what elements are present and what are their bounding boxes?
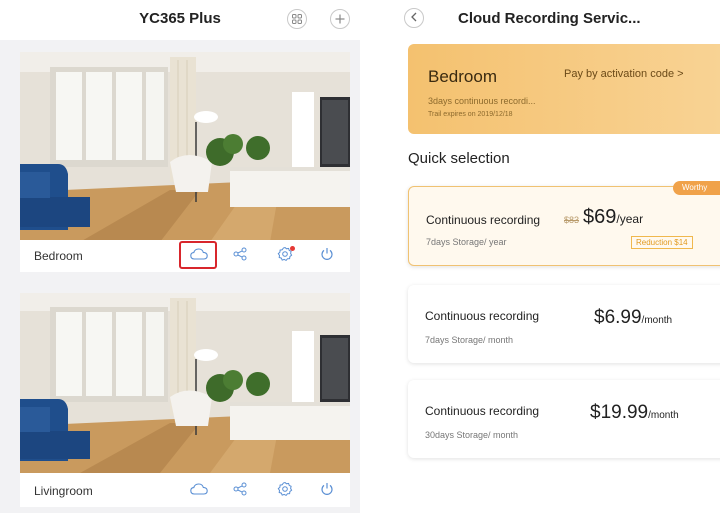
share-icon <box>233 482 247 501</box>
cloud-recording-button[interactable] <box>179 241 217 269</box>
camera-toolbar: Livingroom <box>20 475 350 507</box>
app-header: YC365 Plus <box>0 0 360 40</box>
original-price: $83 <box>564 215 580 225</box>
camera-preview-image[interactable] <box>20 52 350 242</box>
cloud-recording-screen: Cloud Recording Servic... Bedroom Pay by… <box>360 0 720 513</box>
worthy-badge: Worthy <box>673 181 720 195</box>
power-icon <box>320 247 334 266</box>
camera-preview-image[interactable] <box>20 293 350 473</box>
plan-storage: 7days Storage/ year <box>426 237 507 247</box>
plan-price: $19.99 <box>590 402 649 423</box>
power-icon <box>320 482 334 501</box>
power-button[interactable] <box>316 245 338 267</box>
pay-by-activation-code-link[interactable]: Pay by activation code > <box>564 68 684 80</box>
alert-dot <box>290 246 295 251</box>
device-list-screen: YC365 Plus Bedroom Livingroom <box>0 0 360 513</box>
price-unit: /month <box>648 410 679 421</box>
device-card: Bedroom Pay by activation code > 3days c… <box>408 44 720 134</box>
price-group: $6.99/month <box>594 307 672 329</box>
camera-name: Bedroom <box>34 249 83 263</box>
plan-option-selected[interactable]: Worthy Continuous recording 7days Storag… <box>408 181 720 266</box>
add-device-button[interactable] <box>330 9 350 29</box>
cloud-icon <box>190 482 208 500</box>
highlight-box <box>179 241 217 269</box>
grid-icon <box>292 12 302 27</box>
price-group: $19.99/month <box>590 402 679 424</box>
settings-button[interactable] <box>274 480 296 502</box>
trial-expiry-text: Trail expires on 2019/12/18 <box>428 111 513 118</box>
reduction-tag: Reduction $14 <box>631 236 693 249</box>
grid-view-button[interactable] <box>287 9 307 29</box>
plan-name: Continuous recording <box>426 213 541 227</box>
power-button[interactable] <box>316 480 338 502</box>
back-button[interactable] <box>404 8 424 28</box>
plan-name: Continuous recording <box>425 309 540 323</box>
plan-option[interactable]: Continuous recording 7days Storage/ mont… <box>408 285 720 363</box>
page-title: Cloud Recording Servic... <box>458 10 641 27</box>
price-unit: /month <box>641 315 673 326</box>
camera-name: Livingroom <box>34 484 93 498</box>
plan-option[interactable]: Continuous recording 30days Storage/ mon… <box>408 380 720 458</box>
share-icon <box>233 247 247 266</box>
camera-card: Bedroom <box>20 52 350 272</box>
device-name: Bedroom <box>428 67 497 86</box>
camera-toolbar: Bedroom <box>20 240 350 272</box>
plan-storage: 30days Storage/ month <box>425 430 519 440</box>
add-icon <box>335 12 345 27</box>
camera-card: Livingroom <box>20 293 350 507</box>
plan-price: $6.99 <box>594 307 642 328</box>
price-unit: /year <box>616 212 644 226</box>
chevron-left-icon <box>410 11 418 25</box>
share-button[interactable] <box>229 480 251 502</box>
plan-storage: 7days Storage/ month <box>425 335 514 345</box>
plan-price: $69 <box>583 206 617 228</box>
settings-button[interactable] <box>274 245 296 267</box>
cloud-recording-button[interactable] <box>188 480 210 502</box>
section-title: Quick selection <box>408 150 510 167</box>
device-plan-description: 3days continuous recordi... <box>428 96 536 106</box>
settings-icon <box>277 481 293 502</box>
plan-name: Continuous recording <box>425 404 540 418</box>
share-button[interactable] <box>229 245 251 267</box>
price-group: $83 $69/year <box>564 206 643 229</box>
